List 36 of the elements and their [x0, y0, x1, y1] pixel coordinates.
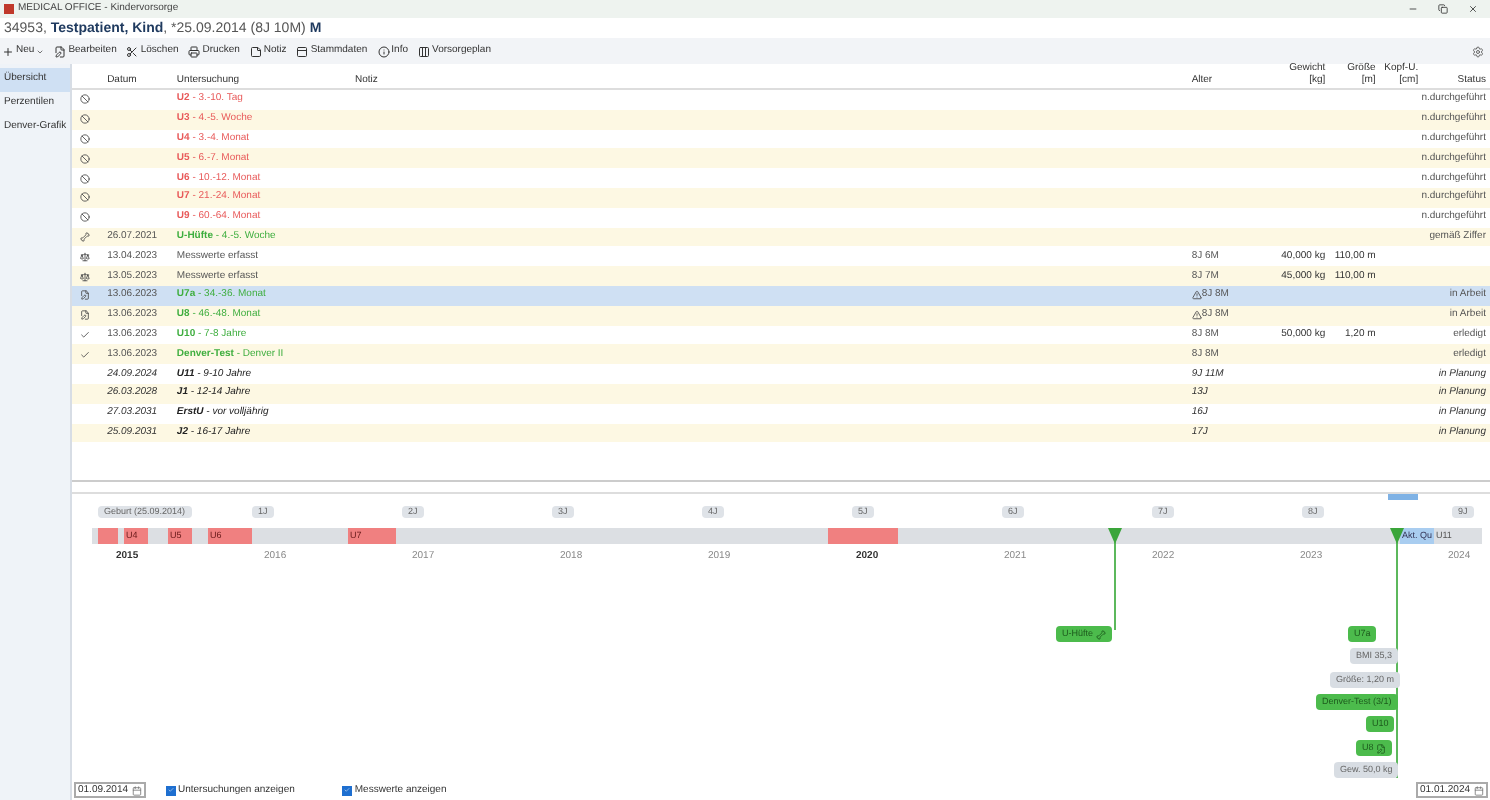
marker-icon: [1108, 528, 1122, 545]
edit-icon: [80, 310, 91, 321]
calendar-icon: [132, 785, 142, 796]
blocked-icon: [80, 153, 91, 164]
blocked-icon: [80, 114, 91, 125]
checkbox[interactable]: [342, 785, 353, 796]
checkbox[interactable]: [166, 785, 176, 796]
timeline-block: [828, 528, 898, 545]
blocked-icon: [80, 94, 91, 105]
bone-icon: [80, 231, 91, 242]
bone-icon: [1095, 629, 1106, 640]
blocked-icon: [80, 212, 91, 223]
plus-icon: [2, 45, 14, 57]
printer-icon: [188, 45, 201, 57]
edit-icon: [80, 290, 91, 301]
edit-icon: [54, 45, 67, 57]
columns-icon: [418, 45, 431, 57]
check-icon: [168, 786, 174, 795]
blocked-icon: [80, 133, 91, 144]
edit-icon: [1375, 743, 1386, 754]
marker-icon: [1390, 528, 1404, 545]
scale-icon: [80, 271, 91, 282]
check-icon: [344, 786, 351, 795]
calendar-icon: [1474, 785, 1484, 796]
scale-icon: [80, 251, 91, 262]
info-icon: [377, 45, 390, 57]
app-logo-icon: [4, 4, 14, 14]
restore-icon[interactable]: [1438, 4, 1448, 14]
note-icon: [249, 45, 262, 57]
timeline-line: [1114, 542, 1116, 631]
blocked-icon: [80, 192, 91, 203]
scissors-icon: [126, 45, 139, 57]
settings-icon[interactable]: [1472, 45, 1484, 57]
timeline-block: [98, 528, 118, 545]
blocked-icon: [80, 173, 91, 184]
form-icon: [296, 45, 309, 57]
